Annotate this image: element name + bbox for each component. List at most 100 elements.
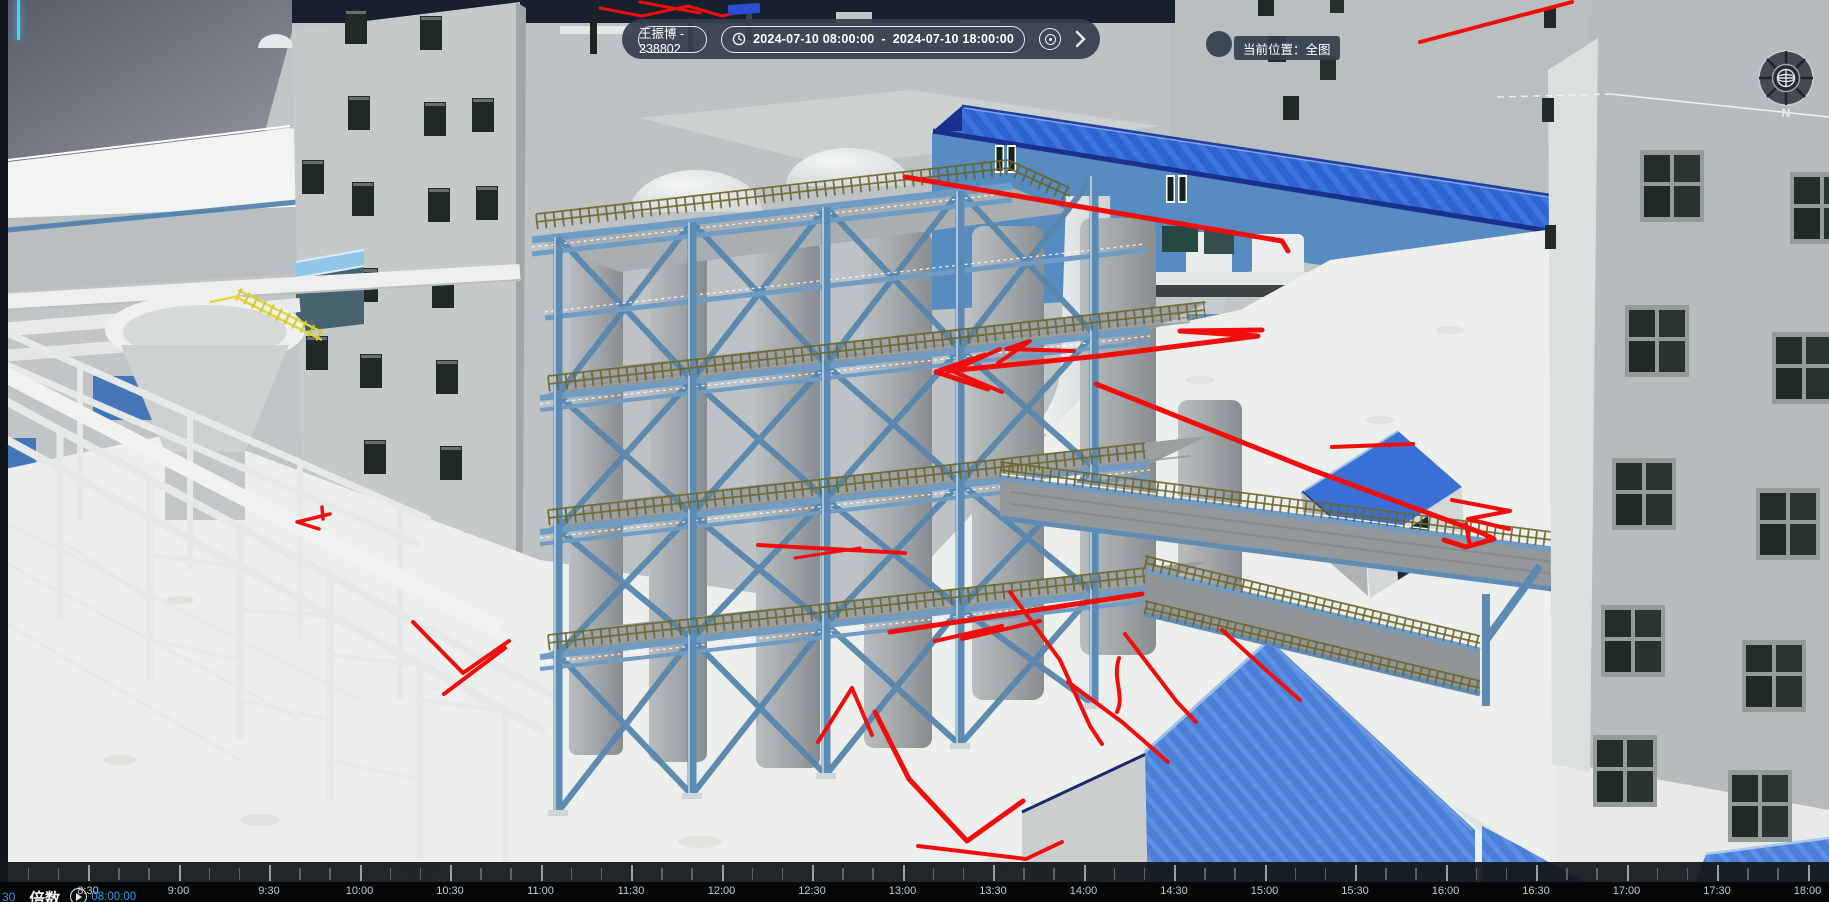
timeline-label: 12:30: [798, 885, 826, 897]
time-start: 2024-07-10 08:00:00: [753, 32, 874, 46]
timeline[interactable]: 8:309:009:3010:0010:3011:0011:3012:0012:…: [0, 862, 1829, 902]
time-end: 2024-07-10 18:00:00: [893, 32, 1014, 46]
viewport-edge-strip: [0, 0, 8, 902]
timeline-tick: [360, 865, 362, 881]
timeline-tick: [88, 865, 90, 881]
timeline-label: 9:30: [258, 885, 279, 897]
playback-controls: 30 倍数 08:00:00: [0, 884, 136, 902]
timeline-tick: [480, 868, 482, 880]
timeline-tick: [1687, 868, 1689, 880]
timeline-tick: [1234, 868, 1236, 880]
timeline-tick: [239, 868, 241, 880]
timeline-label: 17:00: [1613, 885, 1641, 897]
timeline-tick: [1777, 868, 1779, 880]
timeline-tick: [1144, 868, 1146, 880]
timeline-tick: [1747, 868, 1749, 880]
timeline-tick: [903, 865, 905, 881]
timeline-tick: [1053, 868, 1055, 880]
timeline-tick: [1355, 865, 1357, 881]
timeline-tick: [1415, 868, 1417, 880]
right-building: [1542, 0, 1829, 842]
timeline-tick: [209, 868, 211, 880]
timeline-tick: [1446, 865, 1448, 881]
timeline-tick: [1566, 868, 1568, 880]
timeline-tick: [148, 868, 150, 880]
clock-icon: [732, 32, 746, 46]
timeline-tick: [661, 868, 663, 880]
person-label: 王振博 - 238802: [639, 23, 706, 56]
timeline-tick: [872, 868, 874, 880]
top-search-bar: 王振博 - 238802 2024-07-10 08:00:00 - 2024-…: [622, 19, 1100, 59]
timeline-tick: [1657, 868, 1659, 880]
timeline-playhead[interactable]: [17, 0, 20, 40]
timeline-tick: [842, 868, 844, 880]
timeline-label: 14:30: [1160, 885, 1188, 897]
timeline-label: 13:00: [889, 885, 917, 897]
timeline-label: 14:00: [1070, 885, 1098, 897]
timeline-tick: [1114, 868, 1116, 880]
target-icon[interactable]: [1039, 28, 1061, 50]
play-icon[interactable]: [70, 888, 87, 902]
time-range-pill[interactable]: 2024-07-10 08:00:00 - 2024-07-10 18:00:0…: [721, 26, 1025, 53]
timeline-label: 15:00: [1251, 885, 1279, 897]
timeline-tick: [1808, 865, 1810, 881]
timeline-tick: [1627, 865, 1629, 881]
chevron-right-icon[interactable]: [1075, 30, 1086, 48]
timeline-tick: [28, 868, 30, 880]
timeline-tick: [1536, 865, 1538, 881]
timeline-tick: [179, 865, 181, 881]
timeline-tick: [601, 868, 603, 880]
timeline-tick: [812, 865, 814, 881]
timeline-label: 10:30: [436, 885, 464, 897]
timeline-tick: [1265, 865, 1267, 881]
timeline-tick: [1717, 865, 1719, 881]
timeline-label: 18:00: [1794, 885, 1822, 897]
timeline-tick: [963, 868, 965, 880]
timeline-tick: [1325, 868, 1327, 880]
timeline-tick: [631, 865, 633, 881]
current-location-label: 当前位置：全图: [1243, 39, 1331, 58]
timeline-tick: [299, 868, 301, 880]
timeline-tick: [752, 868, 754, 880]
timeline-tick: [933, 868, 935, 880]
time-separator: -: [881, 32, 885, 46]
timeline-label: 11:30: [618, 885, 645, 897]
timeline-label: 17:30: [1703, 885, 1731, 897]
compass-north-label: N: [1782, 106, 1791, 120]
timeline-tick: [1295, 868, 1297, 880]
timeline-tick: [1476, 868, 1478, 880]
badge-left-circle: [1206, 31, 1232, 57]
timeline-tick: [571, 868, 573, 880]
speed-label: 倍数: [29, 887, 60, 902]
timeline-tick: [1596, 868, 1598, 880]
timeline-label: 11:00: [527, 885, 554, 897]
timeline-tick: [691, 868, 693, 880]
timeline-tick: [1204, 868, 1206, 880]
timeline-label: 12:00: [708, 885, 736, 897]
timeline-label: 16:00: [1432, 885, 1460, 897]
timeline-tick: [390, 868, 392, 880]
timeline-tick: [1174, 865, 1176, 881]
timeline-label: 16:30: [1522, 885, 1550, 897]
current-location-badge: 当前位置：全图: [1234, 36, 1340, 60]
speed-value[interactable]: 30: [2, 890, 15, 902]
timeline-tick: [722, 865, 724, 881]
timeline-tick: [58, 868, 60, 880]
timeline-label: 9:00: [168, 885, 189, 897]
person-pill[interactable]: 王振博 - 238802: [638, 26, 707, 53]
timeline-tick: [510, 868, 512, 880]
timeline-label: 13:30: [979, 885, 1007, 897]
timeline-tick: [993, 865, 995, 881]
timeline-tick: [118, 868, 120, 880]
app-viewport: N 王振博 - 238802 2024-07-10 08:00:00 - 202…: [0, 0, 1829, 902]
timeline-tick: [1506, 868, 1508, 880]
timeline-tick: [269, 865, 271, 881]
timeline-tick: [782, 868, 784, 880]
3d-scene[interactable]: N: [0, 0, 1829, 902]
timeline-tick: [450, 865, 452, 881]
timeline-ticks[interactable]: [0, 862, 1829, 882]
current-time-label: 08:00:00: [91, 891, 136, 902]
timeline-labels: 8:309:009:3010:0010:3011:0011:3012:0012:…: [0, 882, 1829, 902]
timeline-tick: [541, 865, 543, 881]
timeline-label: 15:30: [1341, 885, 1369, 897]
